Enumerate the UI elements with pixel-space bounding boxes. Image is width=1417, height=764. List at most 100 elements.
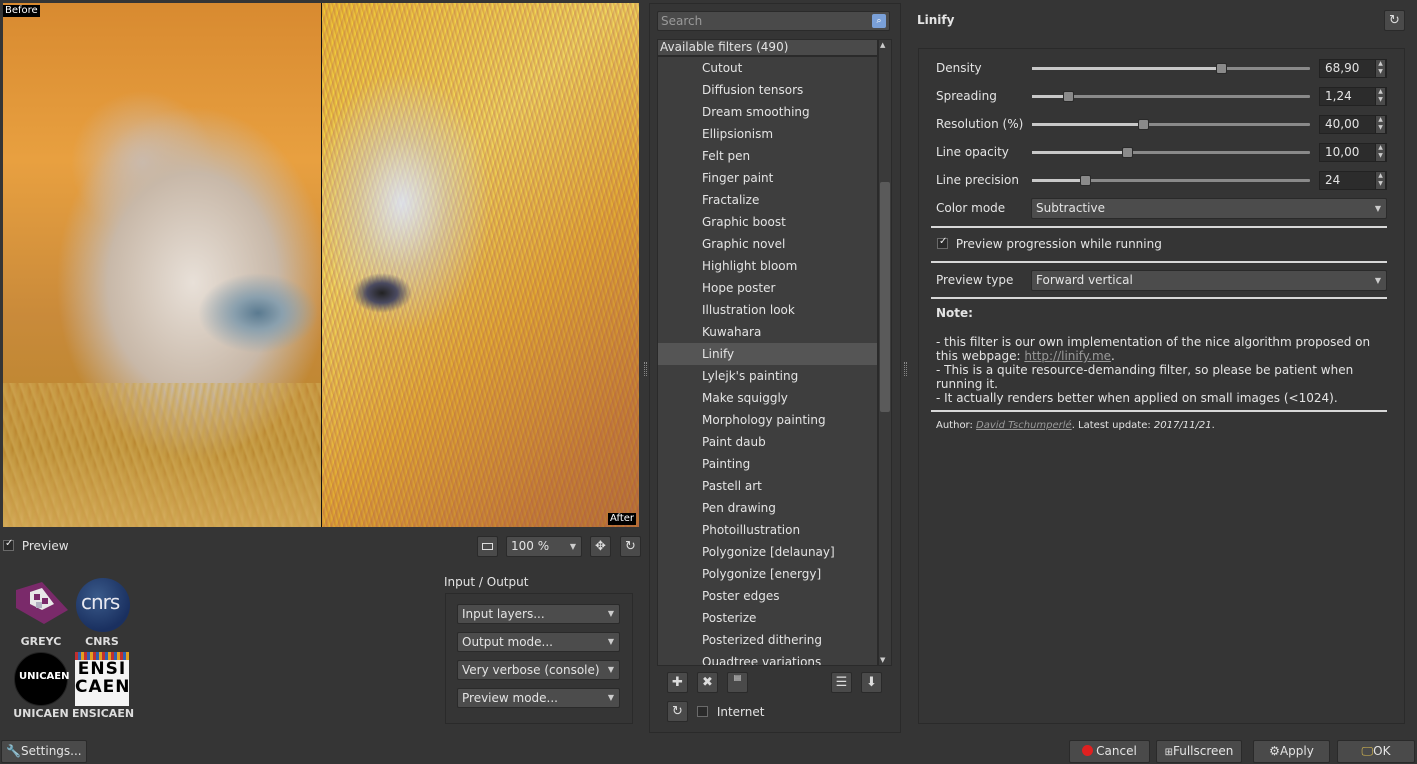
- filter-list-item[interactable]: Illustration look: [658, 299, 877, 321]
- spinbox-arrows-icon[interactable]: ▲ ▼: [1375, 115, 1386, 134]
- apply-button[interactable]: ⚙Apply: [1253, 740, 1330, 763]
- remove-favorite-button[interactable]: ✖: [697, 672, 718, 693]
- greyc-logo: [14, 580, 68, 632]
- scrollbar-thumb[interactable]: [880, 182, 890, 412]
- fullscreen-button[interactable]: ⊞Fullscreen: [1156, 740, 1242, 763]
- filter-list-scrollbar[interactable]: ▲ ▼: [878, 39, 892, 666]
- search-icon[interactable]: ⌕: [872, 14, 886, 28]
- param-slider-handle[interactable]: [1122, 147, 1133, 158]
- filter-list-item[interactable]: Quadtree variations: [658, 651, 877, 665]
- param-slider[interactable]: [1032, 179, 1310, 182]
- filter-list-item[interactable]: Dream smoothing: [658, 101, 877, 123]
- arrow-down-icon: ⬇: [866, 675, 877, 690]
- filter-list-item[interactable]: Graphic boost: [658, 211, 877, 233]
- filter-list[interactable]: Cutout Diffusion tensors Dream smoothing El…: [657, 56, 878, 666]
- cnrs-logo: cnrs: [76, 578, 130, 632]
- separator: [931, 410, 1387, 412]
- color-mode-select[interactable]: Subtractive ▼: [1031, 198, 1387, 219]
- spinbox-arrows-icon[interactable]: ▲ ▼: [1375, 87, 1386, 106]
- filter-list-item[interactable]: Lylejk's painting: [658, 365, 877, 387]
- rename-favorite-button[interactable]: ▤: [727, 672, 748, 693]
- preview-checkbox[interactable]: [3, 538, 14, 551]
- filter-list-item[interactable]: Hope poster: [658, 277, 877, 299]
- filter-list-item[interactable]: Paint daub: [658, 431, 877, 453]
- param-slider-handle[interactable]: [1216, 63, 1227, 74]
- toggle-visibility-button[interactable]: ☰: [831, 672, 852, 693]
- param-slider-handle[interactable]: [1080, 175, 1091, 186]
- output-mode-select[interactable]: Output mode... ▼: [457, 632, 620, 652]
- filter-list-item[interactable]: Cutout: [658, 57, 877, 79]
- spinbox-arrows-icon[interactable]: ▲ ▼: [1375, 59, 1386, 78]
- preview-mode-select[interactable]: Preview mode... ▼: [457, 688, 620, 708]
- filter-list-item[interactable]: Painting: [658, 453, 877, 475]
- note-title: Note:: [936, 306, 973, 320]
- filter-list-item[interactable]: Kuwahara: [658, 321, 877, 343]
- preview-type-select[interactable]: Forward vertical ▼: [1031, 270, 1387, 291]
- preview-progression-row[interactable]: Preview progression while running: [937, 236, 1162, 252]
- scroll-up-icon[interactable]: ▲: [880, 41, 885, 49]
- param-label: Density: [936, 61, 982, 75]
- filter-list-item[interactable]: Photoillustration: [658, 519, 877, 541]
- zoom-fit-button[interactable]: ✥: [590, 536, 611, 557]
- reset-parameters-button[interactable]: ↻: [1384, 10, 1405, 31]
- param-slider[interactable]: [1032, 67, 1310, 70]
- param-slider-fill: [1032, 179, 1085, 182]
- internet-checkbox-row[interactable]: Internet: [697, 705, 764, 720]
- filter-list-item[interactable]: Fractalize: [658, 189, 877, 211]
- settings-button[interactable]: 🔧Settings...: [1, 740, 87, 763]
- filter-list-item[interactable]: Finger paint: [658, 167, 877, 189]
- spinbox-arrows-icon[interactable]: ▲ ▼: [1375, 143, 1386, 162]
- filter-list-item[interactable]: Ellipsionism: [658, 123, 877, 145]
- filter-list-item[interactable]: Posterized dithering: [658, 629, 877, 651]
- param-slider-handle[interactable]: [1138, 119, 1149, 130]
- right-splitter-handle[interactable]: [904, 362, 907, 376]
- fullscreen-icon: ⊞: [1164, 747, 1173, 758]
- filter-list-item[interactable]: Posterize: [658, 607, 877, 629]
- ok-button[interactable]: 🖵OK: [1337, 740, 1415, 763]
- filter-list-item[interactable]: Polygonize [delaunay]: [658, 541, 877, 563]
- cancel-button[interactable]: Cancel: [1069, 740, 1150, 763]
- author-link[interactable]: David Tschumperlé: [976, 420, 1072, 431]
- filter-list-item[interactable]: Pen drawing: [658, 497, 877, 519]
- filter-list-item[interactable]: Make squiggly: [658, 387, 877, 409]
- output-mode-value: Output mode...: [462, 635, 553, 649]
- filter-list-item[interactable]: Linify: [658, 343, 877, 365]
- filter-list-item[interactable]: Diffusion tensors: [658, 79, 877, 101]
- linify-link[interactable]: http://linify.me: [1024, 349, 1111, 363]
- color-mode-value: Subtractive: [1036, 201, 1105, 215]
- left-splitter-handle[interactable]: [644, 362, 647, 376]
- zoom-level-select[interactable]: 100 % ▼: [506, 536, 582, 557]
- search-input[interactable]: Search ⌕: [657, 11, 890, 31]
- zoom-out-button[interactable]: [477, 536, 498, 557]
- scroll-down-icon[interactable]: ▼: [880, 656, 885, 664]
- filter-list-item[interactable]: Graphic novel: [658, 233, 877, 255]
- expand-collapse-button[interactable]: ⬇: [861, 672, 882, 693]
- note-text: - this filter is our own implementation …: [936, 335, 1386, 405]
- zoom-reset-button[interactable]: ↻: [620, 536, 641, 557]
- preview-canvas[interactable]: Before After: [3, 3, 639, 527]
- internet-checkbox[interactable]: [697, 706, 708, 717]
- preview-progression-checkbox[interactable]: [937, 236, 948, 249]
- add-favorite-button[interactable]: ✚: [667, 672, 688, 693]
- verbosity-select[interactable]: Very verbose (console) ▼: [457, 660, 620, 680]
- filter-list-item[interactable]: Felt pen: [658, 145, 877, 167]
- filter-list-item[interactable]: Pastell art: [658, 475, 877, 497]
- author-line: Author: David Tschumperlé. Latest update…: [936, 420, 1215, 431]
- filter-list-item[interactable]: Poster edges: [658, 585, 877, 607]
- param-slider[interactable]: [1032, 123, 1310, 126]
- preview-type-label: Preview type: [936, 273, 1014, 287]
- input-layers-select[interactable]: Input layers... ▼: [457, 604, 620, 624]
- rename-icon: ▤: [733, 673, 742, 682]
- filter-list-item[interactable]: Morphology painting: [658, 409, 877, 431]
- preview-checkbox-row[interactable]: Preview: [3, 538, 69, 554]
- spinbox-arrows-icon[interactable]: ▲ ▼: [1375, 171, 1386, 190]
- ensi-logo-text: ENSI: [77, 659, 127, 679]
- refresh-filters-button[interactable]: ↻: [667, 701, 688, 722]
- param-slider-fill: [1032, 151, 1127, 154]
- filter-list-item[interactable]: Polygonize [energy]: [658, 563, 877, 585]
- caen-logo-text: CAEN: [75, 677, 131, 697]
- filter-list-item[interactable]: Highlight bloom: [658, 255, 877, 277]
- param-slider[interactable]: [1032, 151, 1310, 154]
- refresh-icon: ↻: [672, 704, 683, 719]
- param-slider-handle[interactable]: [1063, 91, 1074, 102]
